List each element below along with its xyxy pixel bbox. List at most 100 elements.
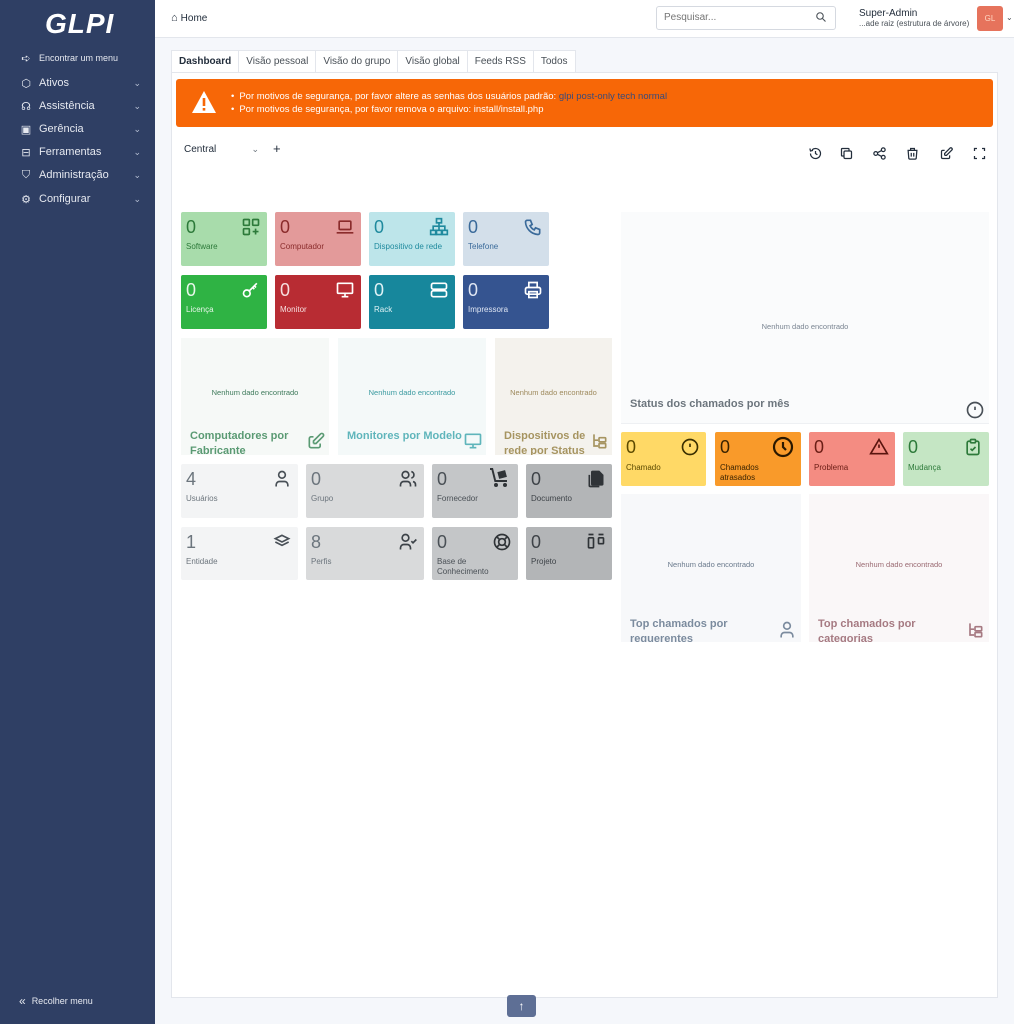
tile-chamados-atrasados[interactable]: 0 Chamados atrasados <box>715 432 801 486</box>
glpi-logo[interactable]: GLPI <box>45 8 114 40</box>
user-check-icon <box>398 532 418 552</box>
share-icon[interactable] <box>872 146 888 162</box>
kanban-icon <box>586 532 606 552</box>
tile-rack[interactable]: 0 Rack <box>369 275 455 329</box>
warning-icon <box>192 91 216 113</box>
sidebar-item-label: Administração <box>39 169 109 181</box>
tile-monitor[interactable]: 0 Monitor <box>275 275 361 329</box>
tile-usuarios[interactable]: 4 Usuários <box>181 464 298 518</box>
tile-perfis[interactable]: 8 Perfis <box>306 527 424 580</box>
laptop-icon <box>335 217 355 237</box>
dashboard-select[interactable]: Central ⌄ <box>179 140 267 158</box>
hierarchy-icon <box>589 431 609 451</box>
alert-line-passwords: Por motivos de segurança, por favor alte… <box>231 90 667 103</box>
user-icon <box>777 620 797 640</box>
sidebar-item-assistencia[interactable]: ☊ Assistência ⌄ <box>0 95 155 117</box>
default-users-link[interactable]: glpi post-only tech normal <box>559 91 667 102</box>
panel-top-categorias: Nenhum dado encontrado Top chamados por … <box>809 494 989 642</box>
tab-feeds-rss[interactable]: Feeds RSS <box>466 50 534 72</box>
tile-problema[interactable]: 0 Problema <box>809 432 895 486</box>
tile-label: Usuários <box>186 494 218 503</box>
tile-value: 0 <box>280 280 291 300</box>
tile-value: 0 <box>437 532 448 552</box>
trash-icon[interactable] <box>905 146 921 162</box>
sidebar-item-ativos[interactable]: ⬡ Ativos ⌄ <box>0 72 155 94</box>
tile-computador[interactable]: 0 Computador <box>275 212 361 266</box>
tile-label: Rack <box>374 305 393 314</box>
tile-entidade[interactable]: 1 Entidade <box>181 527 298 580</box>
tile-label: Telefone <box>468 242 499 251</box>
sidebar-item-gerencia[interactable]: ▣ Gerência ⌄ <box>0 118 155 140</box>
tab-visao-pessoal[interactable]: Visão pessoal <box>238 50 317 72</box>
sidebar-item-label: Ativos <box>39 77 69 89</box>
warning-icon <box>869 437 889 457</box>
global-search[interactable] <box>656 6 836 30</box>
tile-value: 0 <box>468 217 479 237</box>
panel-dispositivos-status: Nenhum dado encontrado Dispositivos de r… <box>495 338 612 455</box>
key-icon <box>241 280 261 300</box>
fullscreen-icon[interactable] <box>972 146 988 162</box>
monitor-icon <box>335 280 355 300</box>
chevron-down-icon: ⌄ <box>133 146 141 157</box>
history-icon[interactable] <box>808 146 824 162</box>
tile-base-conhecimento[interactable]: 0 Base de Conhecimento <box>432 527 518 580</box>
dashboard-tabs: Dashboard Visão pessoal Visão do grupo V… <box>171 50 576 72</box>
clock-icon <box>771 435 795 459</box>
chevron-down-icon: ⌄ <box>133 77 141 88</box>
clipboard-check-icon <box>963 437 983 457</box>
tile-value: 0 <box>720 437 731 457</box>
sidebar-item-ferramentas[interactable]: ⊟ Ferramentas ⌄ <box>0 141 155 163</box>
tile-value: 1 <box>186 532 197 552</box>
chevron-down-icon: ⌄ <box>133 193 141 204</box>
scroll-top-button[interactable]: ↑ <box>507 995 536 1017</box>
panel-title: Status dos chamados por mês <box>630 398 790 410</box>
tab-visao-global[interactable]: Visão global <box>397 50 468 72</box>
sidebar-item-configurar[interactable]: ⚙ Configurar ⌄ <box>0 188 155 210</box>
home-icon: ⌂ <box>171 12 178 24</box>
double-chevron-left-icon: « <box>19 994 26 1008</box>
tile-mudanca[interactable]: 0 Mudança <box>903 432 989 486</box>
breadcrumb[interactable]: ⌂ Home <box>171 12 207 24</box>
no-data-text: Nenhum dado encontrado <box>211 388 299 397</box>
chevron-down-icon[interactable]: ⌄ <box>1006 13 1013 22</box>
tile-documento[interactable]: 0 Documento <box>526 464 612 518</box>
edit-icon[interactable] <box>939 146 955 162</box>
panel-title: Top chamados por categorias <box>818 618 916 642</box>
tile-impressora[interactable]: 0 Impressora <box>463 275 549 329</box>
layers-icon <box>272 532 292 552</box>
tab-dashboard[interactable]: Dashboard <box>171 50 240 72</box>
tile-licenca[interactable]: 0 Licença <box>181 275 267 329</box>
tab-visao-grupo[interactable]: Visão do grupo <box>315 50 399 72</box>
sidebar-item-administracao[interactable]: ⛉ Administração ⌄ <box>0 164 155 186</box>
tile-dispositivo-rede[interactable]: 0 Dispositivo de rede <box>369 212 455 266</box>
add-dashboard-button[interactable]: + <box>273 141 281 156</box>
tile-grupo[interactable]: 0 Grupo <box>306 464 424 518</box>
tile-telefone[interactable]: 0 Telefone <box>463 212 549 266</box>
tile-software[interactable]: 0 Software <box>181 212 267 266</box>
user-entity[interactable]: ...ade raiz (estrutura de árvore) <box>859 19 969 28</box>
avatar[interactable]: GL <box>977 6 1003 31</box>
collapse-menu-button[interactable]: « Recolher menu <box>19 994 93 1008</box>
hierarchy-icon <box>965 620 985 640</box>
shield-icon: ⛉ <box>21 168 31 181</box>
user-name[interactable]: Super-Admin <box>859 8 917 19</box>
apps-add-icon <box>241 217 261 237</box>
tile-value: 0 <box>374 280 385 300</box>
edit-icon <box>306 431 326 451</box>
copy-icon[interactable] <box>839 146 855 162</box>
tab-todos[interactable]: Todos <box>532 50 576 72</box>
no-data-text: Nenhum dado encontrado <box>761 322 849 331</box>
sidebar: GLPI ➪ Encontrar um menu ⬡ Ativos ⌄ ☊ As… <box>0 0 155 1024</box>
no-data-text: Nenhum dado encontrado <box>855 560 943 569</box>
search-icon[interactable] <box>815 11 827 26</box>
tile-fornecedor[interactable]: 0 Fornecedor <box>432 464 518 518</box>
tile-chamado[interactable]: 0 Chamado <box>621 432 706 486</box>
chevron-down-icon: ⌄ <box>133 100 141 111</box>
find-menu-link[interactable]: ➪ Encontrar um menu <box>0 47 155 69</box>
search-input[interactable] <box>664 12 809 23</box>
security-alert: Por motivos de segurança, por favor alte… <box>176 79 993 127</box>
tile-label: Impressora <box>468 305 509 314</box>
alert-circle-icon <box>965 400 985 420</box>
chevron-down-icon: ⌄ <box>251 143 259 154</box>
tile-projeto[interactable]: 0 Projeto <box>526 527 612 580</box>
